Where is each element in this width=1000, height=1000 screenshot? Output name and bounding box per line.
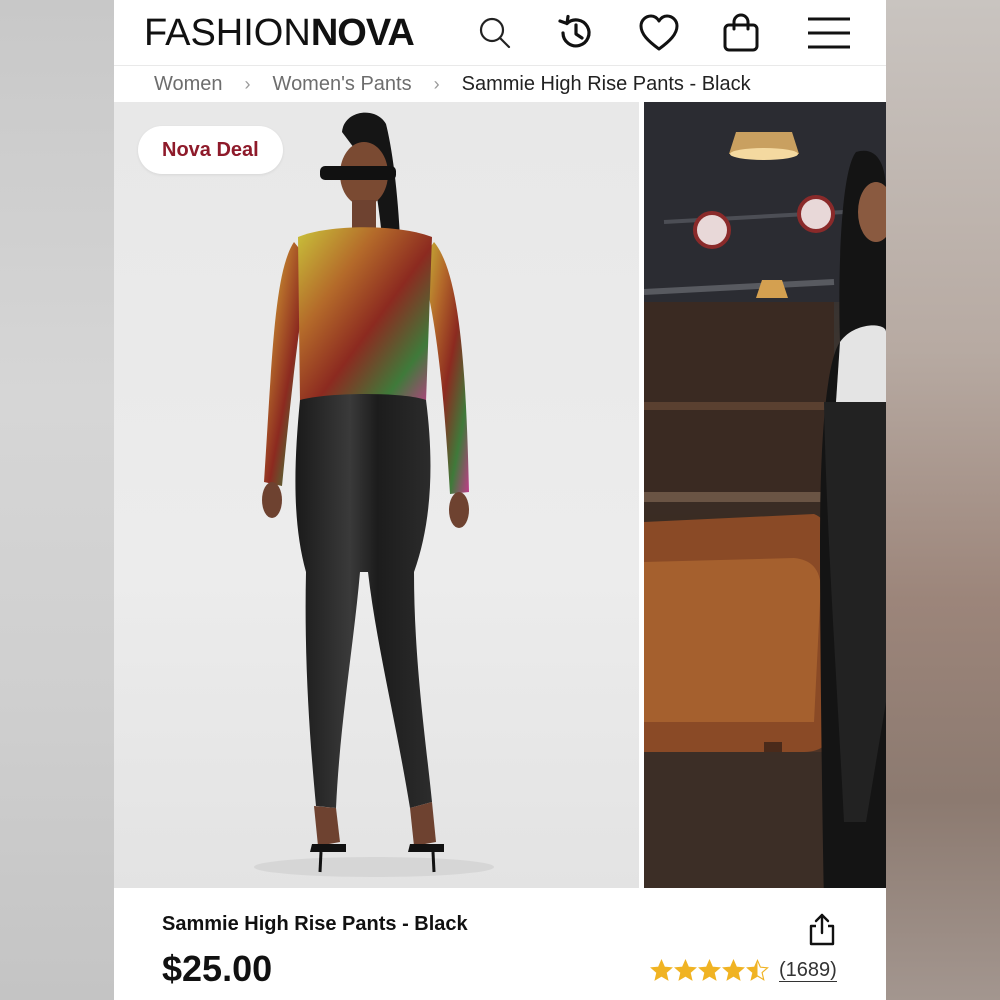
star-icon bbox=[698, 958, 721, 981]
star-icon bbox=[722, 958, 745, 981]
star-rating bbox=[650, 958, 769, 982]
product-title: Sammie High Rise Pants - Black bbox=[162, 913, 468, 935]
top-header: FASHIONNOVA bbox=[114, 0, 886, 66]
share-icon[interactable] bbox=[804, 910, 840, 948]
breadcrumb: Women › Women's Pants › Sammie High Rise… bbox=[114, 66, 886, 102]
background-left bbox=[0, 0, 114, 1000]
model-front-photo[interactable]: Nova Deal bbox=[114, 102, 639, 888]
heart-icon[interactable] bbox=[636, 10, 682, 56]
history-icon[interactable] bbox=[553, 10, 599, 56]
app-screen: FASHIONNOVA Women › Women's Pants › Samm… bbox=[114, 0, 886, 1000]
logo-text-thin: FASHION bbox=[144, 12, 311, 54]
shopping-bag-icon[interactable] bbox=[718, 10, 764, 56]
search-icon[interactable] bbox=[472, 10, 518, 56]
product-price: $25.00 bbox=[162, 948, 273, 989]
lifestyle-scene-illustration bbox=[644, 102, 886, 888]
star-icon bbox=[650, 958, 673, 981]
star-icon bbox=[746, 958, 769, 981]
review-count-link[interactable]: (1689) bbox=[779, 959, 837, 982]
product-rating[interactable]: (1689) bbox=[650, 956, 837, 984]
logo-text-bold: NOVA bbox=[310, 12, 415, 54]
breadcrumb-women[interactable]: Women bbox=[154, 73, 223, 96]
chevron-right-icon: › bbox=[244, 73, 251, 94]
model-lifestyle-photo[interactable] bbox=[644, 102, 886, 888]
star-icon bbox=[674, 958, 697, 981]
product-info-panel: Sammie High Rise Pants - Black $25.00 (1… bbox=[114, 888, 886, 1000]
breadcrumb-womens-pants[interactable]: Women's Pants bbox=[273, 73, 412, 96]
nova-deal-badge: Nova Deal bbox=[138, 126, 283, 174]
menu-icon[interactable] bbox=[806, 10, 852, 56]
product-image-gallery[interactable]: Nova Deal bbox=[114, 102, 886, 888]
fashion-nova-logo[interactable]: FASHIONNOVA bbox=[144, 12, 415, 54]
chevron-right-icon: › bbox=[433, 73, 440, 94]
background-right bbox=[886, 0, 1000, 1000]
model-figure-illustration bbox=[254, 112, 494, 877]
breadcrumb-current-product: Sammie High Rise Pants - Black bbox=[461, 72, 751, 95]
